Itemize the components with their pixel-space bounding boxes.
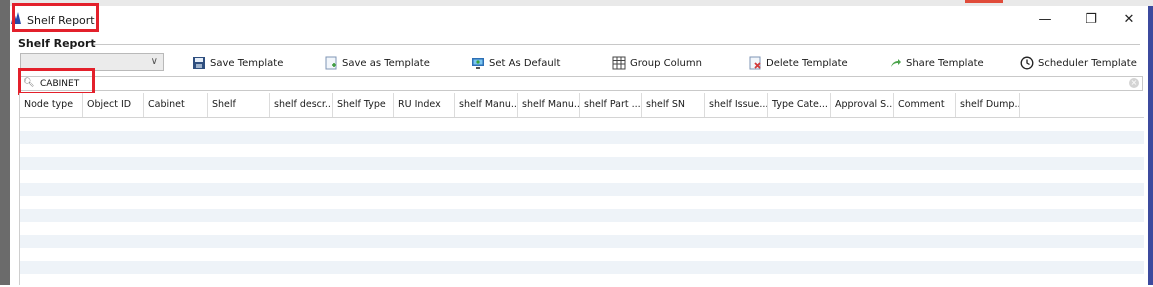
table-row[interactable] [20, 222, 1144, 235]
column-header-comment[interactable]: Comment [894, 93, 956, 117]
column-header-shelf-part[interactable]: shelf Part ... [580, 93, 642, 117]
column-header-shelf-type[interactable]: Shelf Type [333, 93, 394, 117]
table-row[interactable] [20, 183, 1144, 196]
column-header-shelf-manufacturer-1[interactable]: shelf Manu... [455, 93, 518, 117]
share-template-button[interactable]: Share Template [888, 55, 984, 71]
group-column-button[interactable]: Group Column [612, 55, 702, 71]
panel-title: Shelf Report [18, 37, 96, 50]
search-input[interactable] [40, 77, 1120, 90]
column-header-ru-index[interactable]: RU Index [394, 93, 455, 117]
set-as-default-label: Set As Default [489, 57, 561, 69]
save-as-template-button[interactable]: Save as Template [324, 55, 430, 71]
column-header-object-id[interactable]: Object ID [83, 93, 144, 117]
close-button[interactable]: ✕ [1114, 10, 1144, 30]
save-as-template-icon [325, 56, 337, 70]
set-as-default-button[interactable]: Set As Default [471, 55, 560, 71]
table-row[interactable] [20, 261, 1144, 274]
column-header-shelf-issue[interactable]: shelf Issue... [705, 93, 768, 117]
column-header-shelf-manufacturer-2[interactable]: shelf Manu... [518, 93, 580, 117]
table-row[interactable] [20, 118, 1144, 131]
search-icon: 🔍︎ [23, 78, 35, 88]
delete-template-icon [749, 56, 761, 70]
table-row[interactable] [20, 144, 1144, 157]
clear-search-icon[interactable]: × [1129, 78, 1139, 88]
maximize-button[interactable]: ❐ [1076, 10, 1106, 30]
table-row[interactable] [20, 274, 1144, 287]
save-template-label: Save Template [210, 57, 284, 69]
toolbar: ∨ Save Template Save as Template Set As … [18, 52, 1148, 74]
column-header-node-type[interactable]: Node type [20, 93, 83, 117]
table-row[interactable] [20, 196, 1144, 209]
panel-divider [94, 44, 1140, 45]
share-template-label: Share Template [906, 57, 984, 69]
minimize-button[interactable]: — [1030, 10, 1060, 30]
column-header-shelf-description[interactable]: shelf descr... [270, 93, 333, 117]
window-title: Shelf Report [27, 14, 95, 27]
shelf-report-table: Node type Object ID Cabinet Shelf shelf … [19, 93, 1144, 287]
table-row[interactable] [20, 157, 1144, 170]
chevron-down-icon: ∨ [150, 56, 158, 67]
set-default-icon [472, 58, 484, 69]
column-header-type-category[interactable]: Type Cate... [768, 93, 831, 117]
scheduler-template-button[interactable]: Scheduler Template [1020, 55, 1137, 71]
table-row[interactable] [20, 209, 1144, 222]
delete-template-label: Delete Template [766, 57, 848, 69]
save-as-template-label: Save as Template [342, 57, 430, 69]
column-header-shelf-dump[interactable]: shelf Dump... [956, 93, 1020, 117]
window-right-border [1148, 6, 1153, 285]
table-row[interactable] [20, 131, 1144, 144]
table-header: Node type Object ID Cabinet Shelf shelf … [20, 93, 1144, 118]
window-left-border [0, 0, 10, 285]
column-header-shelf[interactable]: Shelf [208, 93, 270, 117]
table-row[interactable] [20, 248, 1144, 261]
group-column-label: Group Column [630, 57, 702, 69]
red-tab-indicator [965, 0, 1003, 3]
table-row[interactable] [20, 235, 1144, 248]
table-row[interactable] [20, 170, 1144, 183]
app-icon [11, 12, 21, 24]
save-template-button[interactable]: Save Template [192, 55, 283, 71]
scheduler-template-label: Scheduler Template [1038, 57, 1137, 69]
title-bar: Shelf Report — ❐ ✕ [10, 6, 1148, 33]
filter-search-box: 🔍︎ × [19, 76, 1143, 91]
group-column-icon [612, 56, 626, 70]
column-header-shelf-sn[interactable]: shelf SN [642, 93, 705, 117]
share-template-icon [891, 59, 901, 67]
delete-template-button[interactable]: Delete Template [748, 55, 848, 71]
clock-icon [1020, 56, 1034, 70]
column-header-cabinet[interactable]: Cabinet [144, 93, 208, 117]
column-header-approval-status[interactable]: Approval S... [831, 93, 894, 117]
template-select[interactable]: ∨ [20, 53, 164, 71]
save-template-icon [193, 57, 205, 69]
